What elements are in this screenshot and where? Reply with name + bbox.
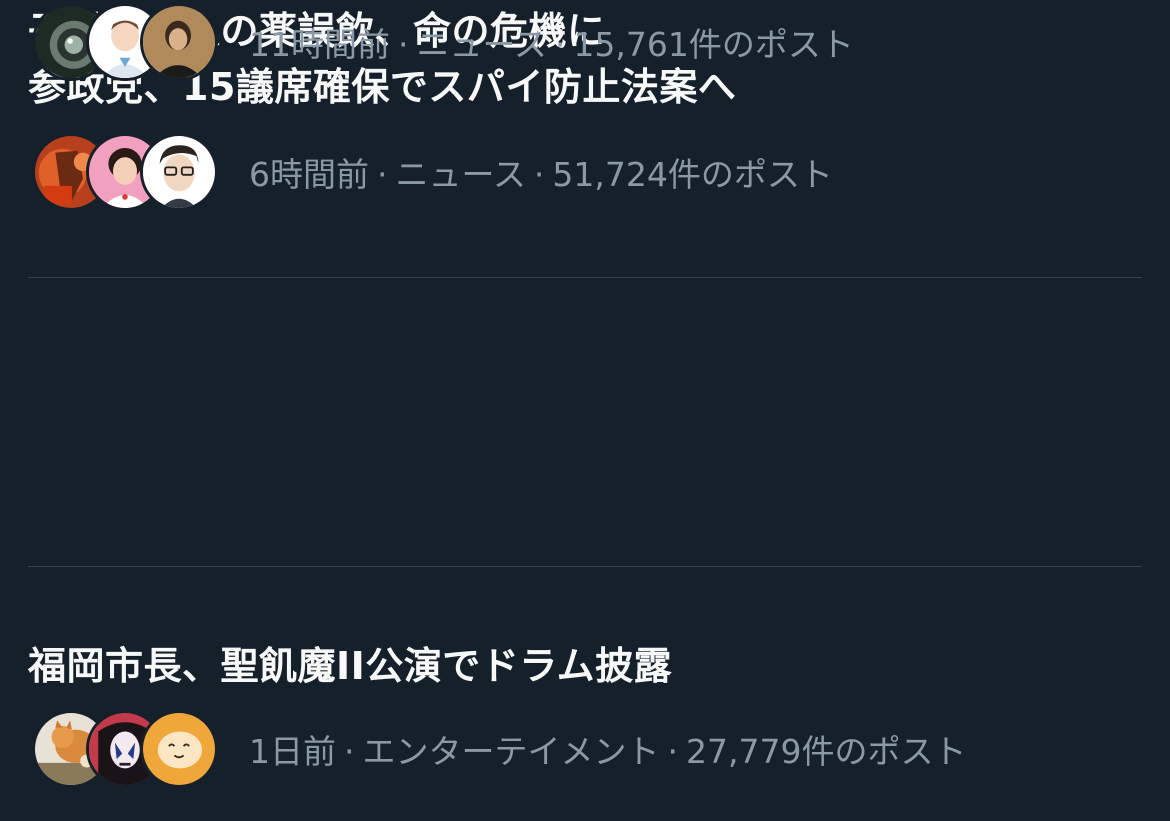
meta-separator: · [533,155,545,194]
divider [28,566,1142,567]
trend-post-count: 15,761件のポスト [573,25,854,64]
avatar [140,3,218,81]
trend-time: 11時間前 [249,25,390,64]
meta-separator: · [667,732,679,771]
avatar-group [32,3,232,81]
trend-time: 6時間前 [249,155,369,194]
divider [28,277,1142,278]
trend-category: ニュース [395,155,526,194]
avatar [140,710,218,788]
trend-meta-row: 1日前 · エンターテイメント · 27,779件のポスト [32,707,966,791]
trend-meta-row: 11時間前 · ニュース · 15,761件のポスト [32,0,854,84]
avatar-person-photo-icon [143,6,215,78]
trend-title[interactable]: 福岡市長、聖飢魔II公演でドラム披露 [28,635,672,690]
avatar-group [32,133,232,211]
meta-separator: · [377,155,388,194]
trend-item[interactable]: 福岡市長、聖飢魔II公演でドラム披露 1日前 · エンターテイメント · 27,… [0,567,1170,821]
meta-separator: · [554,25,566,64]
trend-time: 1日前 [249,732,336,771]
trend-category: エンターテイメント [362,732,660,771]
trend-meta: 6時間前 · ニュース · 51,724件のポスト [249,148,833,196]
trend-meta: 11時間前 · ニュース · 15,761件のポスト [249,18,854,66]
trend-post-count: 27,779件のポスト [686,732,967,771]
trend-post-count: 51,724件のポスト [552,155,833,194]
avatar [140,133,218,211]
trends-list: 参政党、15議席確保でスパイ防止法案へ 6時間前 · ニュース · 51,724… [0,0,1170,821]
avatar-yellow-blob-icon [143,713,215,785]
trend-meta-row: 6時間前 · ニュース · 51,724件のポスト [32,130,833,214]
trend-meta: 1日前 · エンターテイメント · 27,779件のポスト [249,725,966,773]
trend-category: ニュース [416,25,547,64]
avatar-man-glasses-icon [143,136,215,208]
avatar-group [32,710,232,788]
meta-separator: · [398,25,409,64]
meta-separator: · [344,732,355,771]
